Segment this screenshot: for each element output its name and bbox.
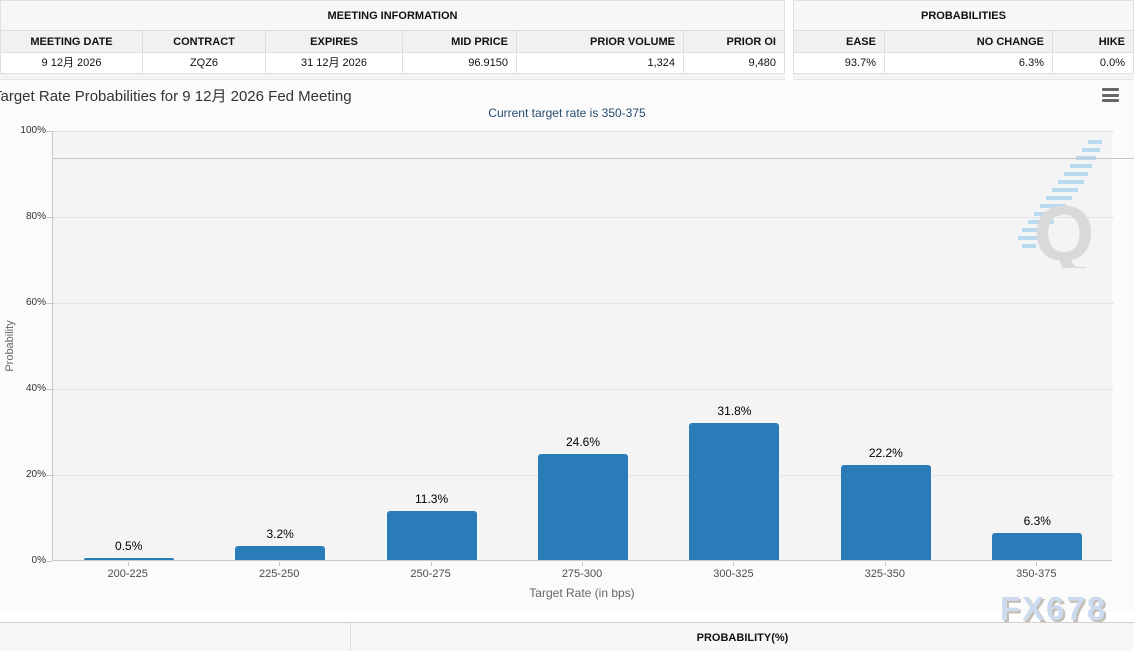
x-category-label: 250-275: [376, 568, 486, 580]
probability-bar[interactable]: [235, 546, 325, 560]
meeting-information-column-header: PRIOR OI: [684, 31, 785, 53]
probabilities-column-header: NO CHANGE: [885, 31, 1053, 53]
meeting-information-value-row: 9 12月 2026ZQZ631 12月 202696.91501,3249,4…: [0, 53, 785, 74]
y-gridline: [53, 303, 1113, 304]
x-category-label: 350-375: [981, 568, 1091, 580]
y-tick-label: 60%: [8, 297, 46, 308]
fedwatch-page: MEETING INFORMATION MEETING DATECONTRACT…: [0, 0, 1134, 651]
x-category-label: 225-250: [224, 568, 334, 580]
probabilities-value-cell: 0.0%: [1053, 53, 1134, 74]
chart-subtitle: Current target rate is 350-375: [0, 106, 1134, 120]
probability-bar[interactable]: [992, 533, 1082, 560]
x-tick-mark: [279, 562, 280, 566]
y-tick-mark: [46, 389, 52, 390]
y-tick-mark: [46, 475, 52, 476]
y-axis-title: Probability: [4, 320, 16, 371]
meeting-information-table: MEETING INFORMATION MEETING DATECONTRACT…: [0, 0, 785, 80]
x-category-label: 300-325: [678, 568, 788, 580]
y-tick-label: 100%: [8, 125, 46, 136]
probabilities-value-cell: 6.3%: [885, 53, 1053, 74]
svg-text:Q: Q: [1034, 189, 1095, 268]
probabilities-header-row: EASENO CHANGEHIKE: [793, 31, 1134, 53]
meeting-information-value-cell: 9,480: [684, 53, 785, 74]
bar-value-label: 3.2%: [235, 527, 325, 541]
probability-bar[interactable]: [689, 423, 779, 560]
meeting-information-header-row: MEETING DATECONTRACTEXPIRESMID PRICEPRIO…: [0, 31, 785, 53]
hamburger-menu-icon[interactable]: [1102, 88, 1119, 102]
bottom-probability-table: PROBABILITY(%): [0, 622, 1134, 651]
x-tick-mark: [582, 562, 583, 566]
x-category-label: 200-225: [73, 568, 183, 580]
meeting-information-value-cell: 9 12月 2026: [0, 53, 143, 74]
meeting-information-column-header: MID PRICE: [403, 31, 517, 53]
x-category-label: 275-300: [527, 568, 637, 580]
probability-column-header: PROBABILITY(%): [351, 623, 1134, 651]
reference-line: [52, 158, 1134, 159]
y-gridline: [53, 131, 1113, 132]
probability-bar[interactable]: [841, 465, 931, 560]
meeting-information-title: MEETING INFORMATION: [0, 0, 785, 31]
top-tables: MEETING INFORMATION MEETING DATECONTRACT…: [0, 0, 1134, 80]
bar-value-label: 11.3%: [387, 492, 477, 506]
probability-bar[interactable]: [84, 558, 174, 560]
probabilities-value-cell: 93.7%: [793, 53, 885, 74]
meeting-information-value-cell: 96.9150: [403, 53, 517, 74]
plot-area: 0.5% 3.2% 11.3% 24.6% 31.8% 22.2% 6.3%: [52, 131, 1112, 561]
y-tick-mark: [46, 217, 52, 218]
bar-value-label: 6.3%: [992, 514, 1082, 528]
probability-bar[interactable]: [387, 511, 477, 560]
y-tick-mark: [46, 303, 52, 304]
y-gridline: [53, 389, 1113, 390]
x-tick-mark: [431, 562, 432, 566]
probabilities-column-header: HIKE: [1053, 31, 1134, 53]
meeting-information-value-cell: ZQZ6: [143, 53, 266, 74]
probabilities-value-row: 93.7%6.3%0.0%: [793, 53, 1134, 74]
meeting-information-column-header: MEETING DATE: [0, 31, 143, 53]
target-rate-probability-chart: Target Rate Probabilities for 9 12月 2026…: [0, 80, 1134, 612]
meeting-information-value-cell: 31 12月 2026: [266, 53, 403, 74]
bar-value-label: 31.8%: [689, 404, 779, 418]
x-tick-mark: [733, 562, 734, 566]
y-tick-label: 80%: [8, 211, 46, 222]
y-tick-label: 20%: [8, 469, 46, 480]
y-tick-label: 0%: [8, 555, 46, 566]
x-tick-mark: [1036, 562, 1037, 566]
probabilities-table: PROBABILITIES EASENO CHANGEHIKE 93.7%6.3…: [793, 0, 1134, 80]
y-tick-mark: [46, 561, 52, 562]
x-axis-title: Target Rate (in bps): [52, 586, 1112, 600]
probabilities-title: PROBABILITIES: [793, 0, 1134, 31]
bar-value-label: 24.6%: [538, 435, 628, 449]
meeting-information-column-header: EXPIRES: [266, 31, 403, 53]
meeting-information-column-header: PRIOR VOLUME: [517, 31, 684, 53]
probability-bar[interactable]: [538, 454, 628, 560]
probabilities-column-header: EASE: [793, 31, 885, 53]
y-tick-mark: [46, 131, 52, 132]
x-category-label: 325-350: [830, 568, 940, 580]
meeting-information-column-header: CONTRACT: [143, 31, 266, 53]
bar-value-label: 0.5%: [84, 539, 174, 553]
y-tick-label: 40%: [8, 383, 46, 394]
x-tick-mark: [128, 562, 129, 566]
bar-value-label: 22.2%: [841, 446, 931, 460]
y-gridline: [53, 217, 1113, 218]
chart-title: Target Rate Probabilities for 9 12月 2026…: [0, 85, 352, 106]
bottom-table-spacer-cell: [0, 623, 351, 651]
meeting-information-value-cell: 1,324: [517, 53, 684, 74]
x-tick-mark: [885, 562, 886, 566]
